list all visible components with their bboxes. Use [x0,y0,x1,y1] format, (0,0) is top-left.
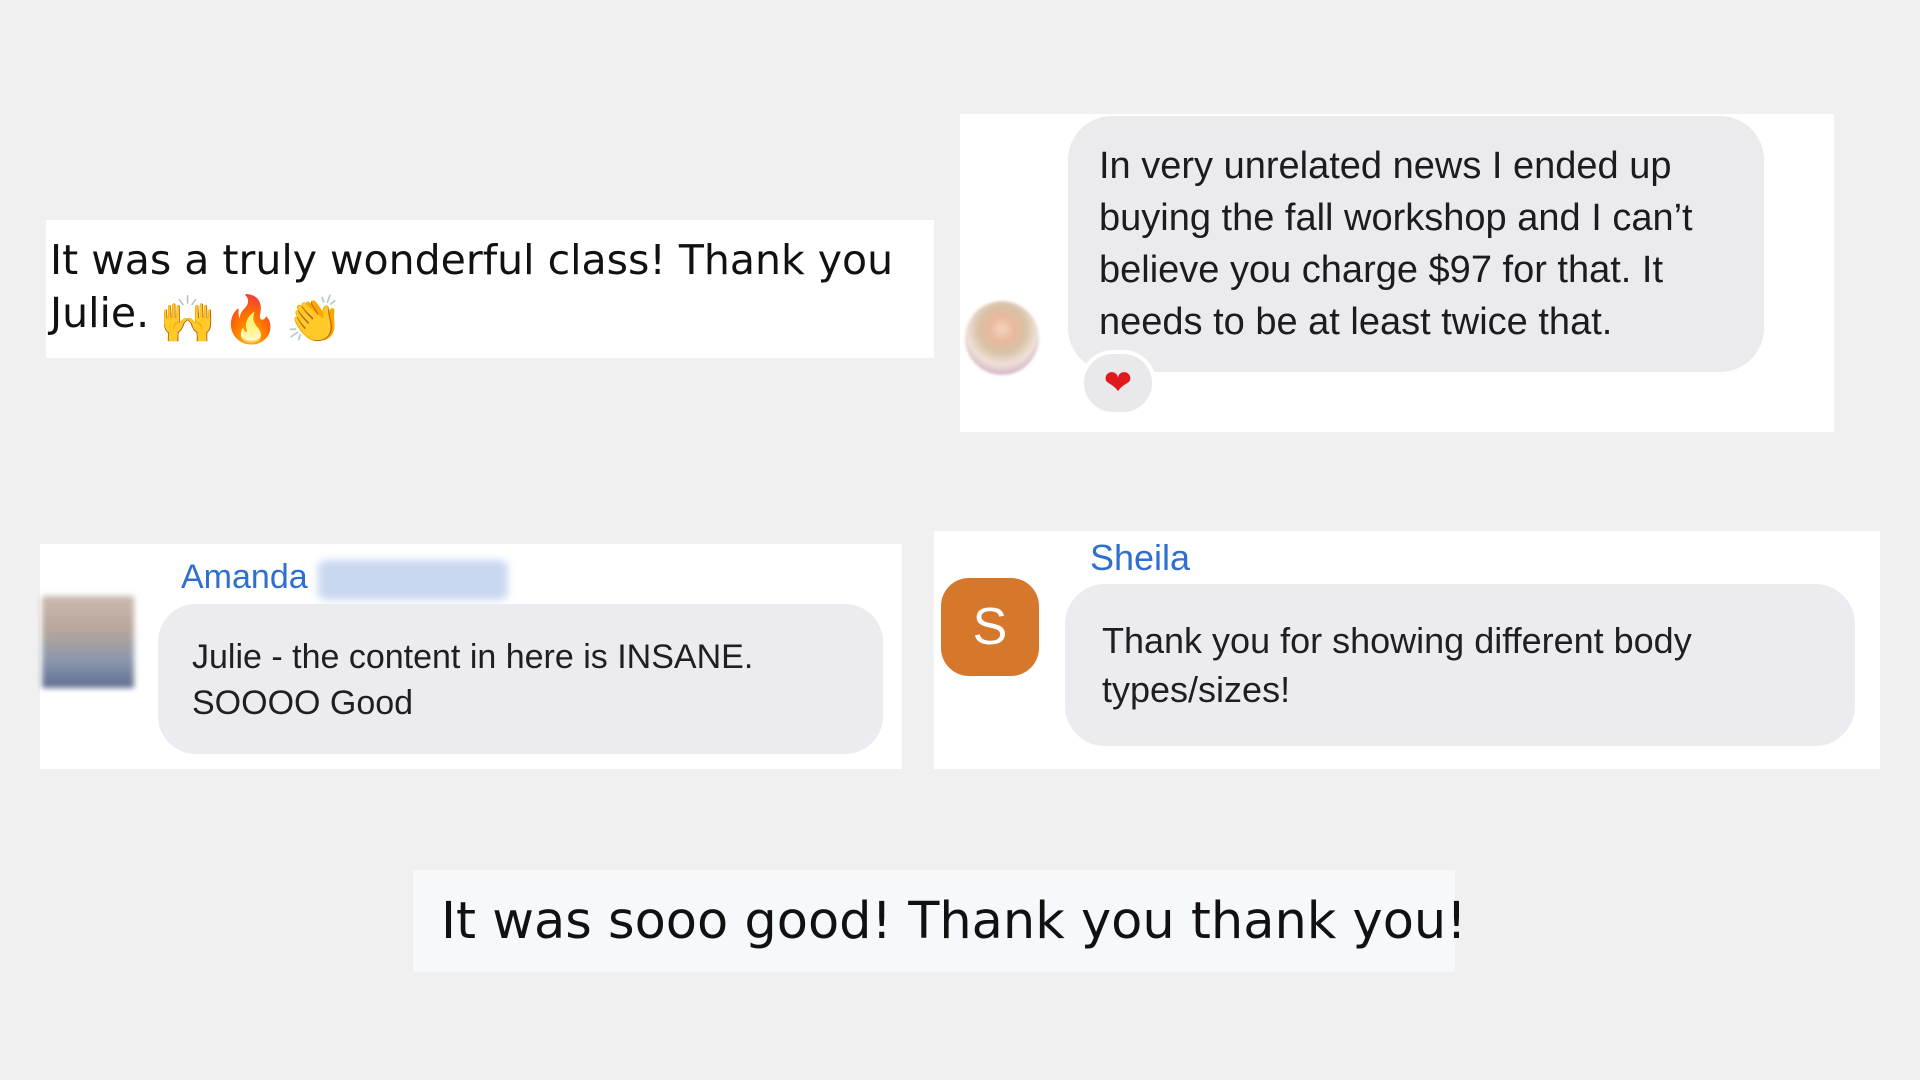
chat-message-card-workshop: In very unrelated news I ended up buying… [960,114,1834,432]
testimonial-message: It was a truly wonderful class! Thank yo… [50,236,894,346]
avatar [965,301,1039,375]
commenter-name-link[interactable]: Sheila [1090,537,1190,579]
comment-text: Julie - the content in here is INSANE. S… [192,638,754,722]
commenter-name-link[interactable]: Amanda [181,558,308,597]
redacted-surname [318,560,508,600]
avatar: S [941,578,1039,676]
fire-icon: 🔥 [222,292,280,346]
comment-text: Thank you for showing different body typ… [1102,620,1692,710]
comment-bubble: Julie - the content in here is INSANE. S… [158,604,883,754]
comment-card-amanda: Amanda Julie - the content in here is IN… [40,544,902,769]
emoji-group: 🙌 🔥 👏 [159,295,343,343]
testimonial-card-wonderful-class: It was a truly wonderful class! Thank yo… [46,220,934,358]
comment-bubble: Thank you for showing different body typ… [1065,584,1855,746]
comment-card-sheila: S Sheila Thank you for showing different… [934,531,1880,769]
heart-reaction-icon[interactable]: ❤ [1080,350,1156,416]
testimonial-message: It was sooo good! Thank you thank you! [441,891,1467,951]
raised-hands-icon: 🙌 [159,292,217,346]
clapping-hands-icon: 👏 [285,292,343,346]
message-bubble: In very unrelated news I ended up buying… [1068,116,1764,372]
testimonial-banner: It was sooo good! Thank you thank you! [413,870,1467,972]
message-text: In very unrelated news I ended up buying… [1099,145,1693,343]
avatar [42,596,134,688]
